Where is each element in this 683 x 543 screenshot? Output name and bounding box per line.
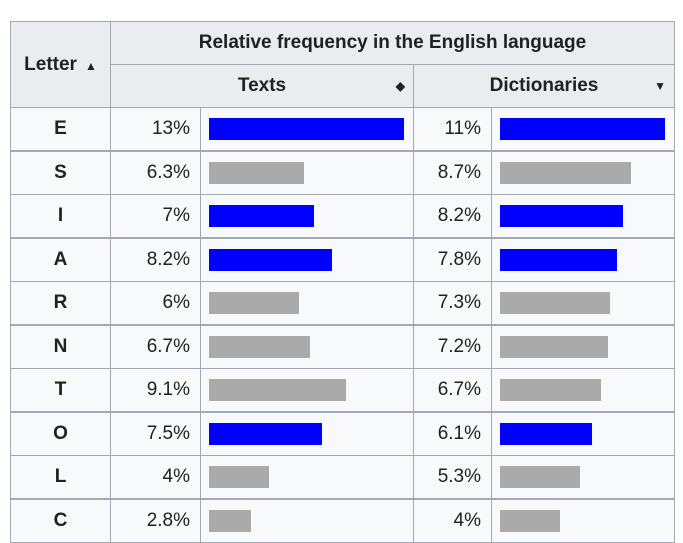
dictionaries-bar: [500, 379, 601, 401]
dictionaries-bar-cell: [491, 150, 675, 195]
sort-both-icon[interactable]: ▲︎: [85, 59, 97, 73]
letter-cell: E: [10, 107, 111, 152]
dictionaries-percent: 11%: [413, 107, 492, 152]
dictionaries-percent: 8.2%: [413, 194, 492, 239]
letter-cell: L: [10, 455, 111, 500]
texts-percent: 2.8%: [110, 498, 201, 543]
texts-bar-cell: [200, 368, 414, 413]
letter-cell: R: [10, 281, 111, 326]
dictionaries-bar: [500, 510, 560, 532]
texts-percent: 4%: [110, 455, 201, 500]
texts-bar-cell: [200, 498, 414, 543]
table-row: L 4% 5.3%: [10, 455, 675, 500]
texts-bar: [209, 249, 332, 271]
dictionaries-bar: [500, 336, 608, 358]
texts-percent: 7.5%: [110, 411, 201, 456]
texts-bar: [209, 466, 269, 488]
texts-bar: [209, 510, 251, 532]
table-row: S 6.3% 8.7%: [10, 150, 675, 195]
dictionaries-bar: [500, 466, 580, 488]
table-row: E 13% 11%: [10, 107, 675, 152]
letter-cell: C: [10, 498, 111, 543]
texts-bar: [209, 162, 304, 184]
texts-bar: [209, 292, 299, 314]
dictionaries-percent: 7.2%: [413, 324, 492, 369]
texts-percent: 6%: [110, 281, 201, 326]
dictionaries-percent: 4%: [413, 498, 492, 543]
dictionaries-bar: [500, 162, 631, 184]
letter-frequency-table: Letter ▲︎ Relative frequency in the Engli…: [10, 21, 675, 543]
dictionaries-bar: [500, 292, 610, 314]
texts-bar-cell: [200, 194, 414, 239]
table-row: O 7.5% 6.1%: [10, 411, 675, 456]
letter-cell: T: [10, 368, 111, 413]
dictionaries-bar: [500, 249, 617, 271]
letter-cell: A: [10, 237, 111, 282]
dictionaries-bar-cell: [491, 368, 675, 413]
texts-bar-cell: [200, 411, 414, 456]
letter-cell: S: [10, 150, 111, 195]
texts-percent: 7%: [110, 194, 201, 239]
dictionaries-bar-cell: [491, 281, 675, 326]
texts-bar-cell: [200, 324, 414, 369]
table-row: T 9.1% 6.7%: [10, 368, 675, 413]
texts-bar-cell: [200, 150, 414, 195]
texts-bar-cell: [200, 237, 414, 282]
texts-bar: [209, 423, 322, 445]
letter-header-label: Letter: [24, 53, 77, 75]
dictionaries-bar-cell: [491, 455, 675, 500]
table-row: R 6% 7.3%: [10, 281, 675, 326]
letter-cell: N: [10, 324, 111, 369]
texts-bar: [209, 379, 346, 401]
dictionaries-bar-cell: [491, 237, 675, 282]
texts-percent: 13%: [110, 107, 201, 152]
texts-header-label: Texts: [237, 75, 287, 96]
dictionaries-percent: 6.1%: [413, 411, 492, 456]
dictionaries-percent: 5.3%: [413, 455, 492, 500]
dictionaries-bar: [500, 205, 623, 227]
letter-cell: I: [10, 194, 111, 239]
table-row: N 6.7% 7.2%: [10, 324, 675, 369]
texts-percent: 6.3%: [110, 150, 201, 195]
texts-percent: 6.7%: [110, 324, 201, 369]
sort-desc-icon[interactable]: ▼: [654, 79, 666, 93]
texts-percent: 8.2%: [110, 237, 201, 282]
texts-bar-cell: [200, 281, 414, 326]
dictionaries-bar-cell: [491, 194, 675, 239]
texts-percent: 9.1%: [110, 368, 201, 413]
letter-cell: O: [10, 411, 111, 456]
dictionaries-bar: [500, 423, 592, 445]
texts-bar: [209, 205, 314, 227]
sort-both-icon[interactable]: ◆: [396, 79, 405, 93]
dictionaries-bar-cell: [491, 107, 675, 152]
texts-bar-cell: [200, 455, 414, 500]
dictionaries-percent: 6.7%: [413, 368, 492, 413]
dictionaries-bar-cell: [491, 411, 675, 456]
dictionaries-bar: [500, 118, 665, 140]
dictionaries-percent: 7.3%: [413, 281, 492, 326]
texts-bar: [209, 118, 404, 140]
texts-column-header[interactable]: Texts ◆: [110, 64, 414, 108]
dictionaries-percent: 8.7%: [413, 150, 492, 195]
dictionaries-header-label: Dictionaries: [489, 75, 599, 96]
dictionaries-bar-cell: [491, 324, 675, 369]
texts-bar-cell: [200, 107, 414, 152]
dictionaries-bar-cell: [491, 498, 675, 543]
table-row: A 8.2% 7.8%: [10, 237, 675, 282]
texts-bar: [209, 336, 310, 358]
group-header: Relative frequency in the English langua…: [110, 21, 675, 65]
table-row: I 7% 8.2%: [10, 194, 675, 239]
dictionaries-column-header[interactable]: Dictionaries ▼: [413, 64, 675, 108]
dictionaries-percent: 7.8%: [413, 237, 492, 282]
letter-column-header[interactable]: Letter ▲︎: [10, 21, 111, 108]
table-row: C 2.8% 4%: [10, 498, 675, 543]
